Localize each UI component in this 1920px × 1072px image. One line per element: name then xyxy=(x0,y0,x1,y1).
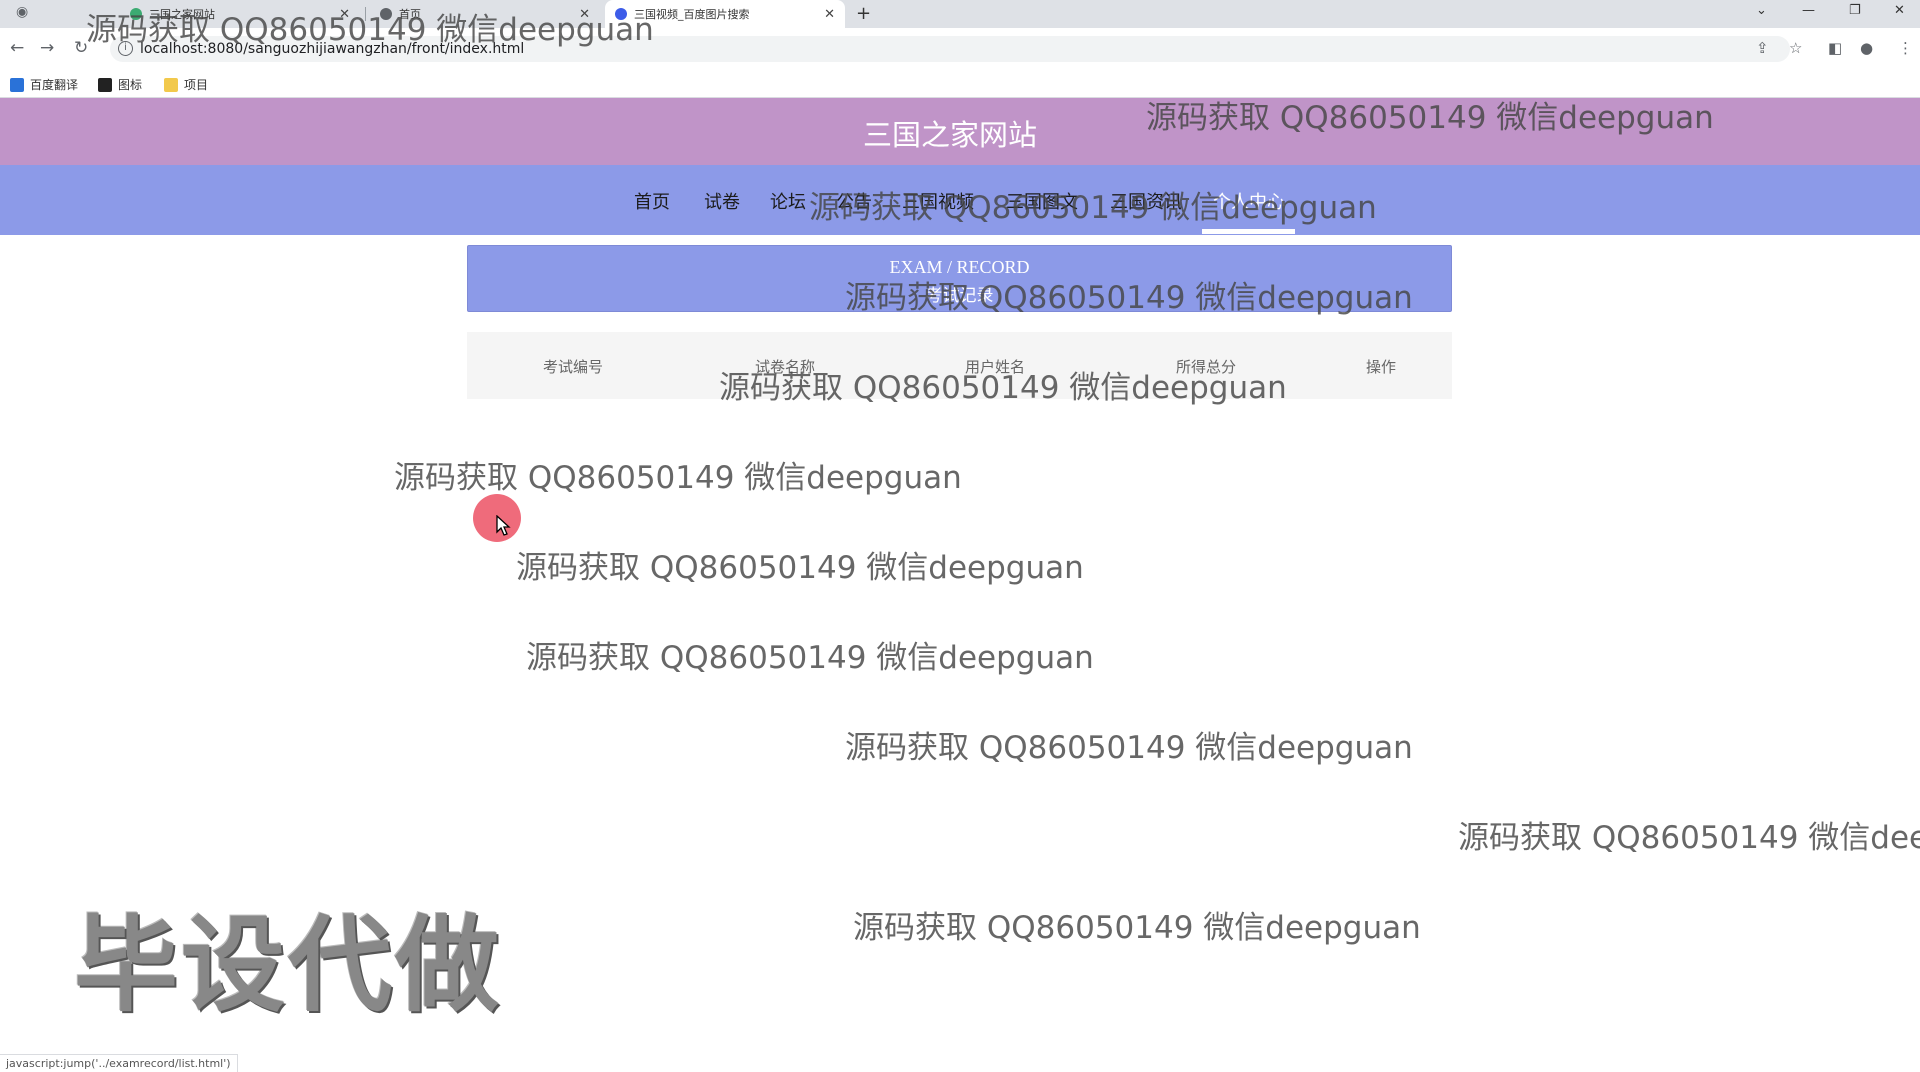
column-header: 操作 xyxy=(1365,358,1397,376)
watermark-text: 源码获取 QQ86050149 微信deep xyxy=(1458,820,1920,856)
close-window-icon[interactable]: ✕ xyxy=(1894,3,1905,18)
status-url-tooltip: javascript:jump('../examrecord/list.html… xyxy=(0,1054,238,1072)
bookmark-star-icon[interactable]: ☆ xyxy=(1789,39,1802,57)
watermark-text: 源码获取 QQ86050149 微信deepguan xyxy=(1146,100,1714,136)
watermark-text: 源码获取 QQ86050149 微信deepguan xyxy=(845,730,1413,766)
watermark-text: 源码获取 QQ86050149 微信deepguan xyxy=(394,460,962,496)
chrome-menu-icon[interactable]: ◉ xyxy=(16,4,28,20)
bookmark-item[interactable]: 项目 xyxy=(164,76,208,93)
nav-home[interactable]: 首页 xyxy=(634,188,670,214)
profile-icon[interactable]: ● xyxy=(1860,39,1873,57)
tab-search-icon[interactable]: ⌄ xyxy=(1756,3,1767,18)
menu-dots-icon[interactable]: ⋮ xyxy=(1898,39,1913,57)
watermark-text: 源码获取 QQ86050149 微信deepguan xyxy=(845,280,1413,316)
share-icon[interactable]: ⇪ xyxy=(1756,39,1769,57)
folder-icon xyxy=(164,77,178,92)
watermark-text: 源码获取 QQ86050149 微信deepguan xyxy=(86,12,654,48)
bookmark-label: 图标 xyxy=(118,78,143,92)
minimize-icon[interactable]: — xyxy=(1802,3,1815,18)
nav-active-indicator xyxy=(1202,229,1295,234)
watermark-text: 源码获取 QQ86050149 微信deepguan xyxy=(516,550,1084,586)
bookmark-label: 项目 xyxy=(184,78,209,92)
restore-icon[interactable]: ❐ xyxy=(1849,3,1861,18)
nav-forum[interactable]: 论坛 xyxy=(770,188,806,214)
image-icon xyxy=(98,77,112,92)
watermark-text: 源码获取 QQ86050149 微信deepguan xyxy=(809,190,1377,226)
new-tab-icon[interactable]: + xyxy=(856,3,871,24)
watermark-text: 源码获取 QQ86050149 微信deepguan xyxy=(853,910,1421,946)
watermark-big-text: 毕设代做 xyxy=(74,904,503,1026)
watermark-text: 源码获取 QQ86050149 微信deepguan xyxy=(526,640,1094,676)
bookmark-item[interactable]: 百度翻译 xyxy=(10,76,78,93)
watermark-text: 源码获取 QQ86050149 微信deepguan xyxy=(719,370,1287,406)
mouse-cursor-icon xyxy=(496,515,511,536)
close-tab-icon[interactable]: ✕ xyxy=(824,7,835,22)
bookmark-item[interactable]: 图标 xyxy=(98,76,142,93)
forward-icon[interactable]: → xyxy=(40,38,54,58)
column-header: 考试编号 xyxy=(542,358,604,376)
back-icon[interactable]: ← xyxy=(10,38,24,58)
translate-icon xyxy=(10,77,24,92)
side-panel-icon[interactable]: ◧ xyxy=(1828,39,1842,57)
nav-exam[interactable]: 试卷 xyxy=(704,188,740,214)
bookmark-label: 百度翻译 xyxy=(30,78,79,92)
